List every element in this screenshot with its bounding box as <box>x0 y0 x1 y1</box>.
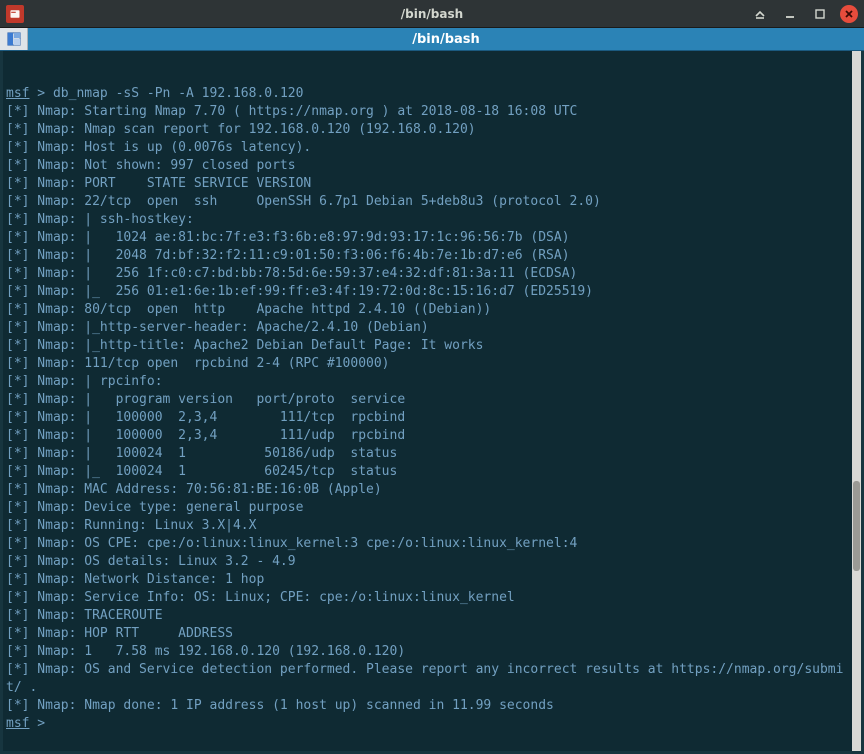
prompt-line: msf > <box>6 715 858 733</box>
output-line: [*] Nmap: TRACEROUTE <box>6 607 858 625</box>
output-line: [*] Nmap: | 1024 ae:81:bc:7f:e3:f3:6b:e8… <box>6 229 858 247</box>
prompt-msf: msf <box>6 86 29 101</box>
output-line: [*] Nmap: Service Info: OS: Linux; CPE: … <box>6 589 858 607</box>
scrollbar[interactable] <box>852 51 861 751</box>
output-line: [*] Nmap: HOP RTT ADDRESS <box>6 625 858 643</box>
output-line: [*] Nmap: |_http-title: Apache2 Debian D… <box>6 337 858 355</box>
output-line: [*] Nmap: |_http-server-header: Apache/2… <box>6 319 858 337</box>
tab-label: /bin/bash <box>412 32 480 47</box>
output-line: [*] Nmap: |_ 100024 1 60245/tcp status <box>6 463 858 481</box>
window-minimize-button[interactable] <box>780 4 800 24</box>
terminal[interactable]: msf > db_nmap -sS -Pn -A 192.168.0.120[*… <box>3 51 861 751</box>
tab-bar: /bin/bash <box>0 28 864 51</box>
output-line: [*] Nmap: | 100024 1 50186/udp status <box>6 445 858 463</box>
output-line: [*] Nmap: 22/tcp open ssh OpenSSH 6.7p1 … <box>6 193 858 211</box>
app-icon <box>6 5 24 23</box>
output-line: [*] Nmap: OS and Service detection perfo… <box>6 661 858 697</box>
terminal-wrap: msf > db_nmap -sS -Pn -A 192.168.0.120[*… <box>0 51 864 754</box>
window-controls <box>750 4 858 24</box>
tab-bash[interactable]: /bin/bash <box>28 28 864 50</box>
output-line: [*] Nmap: PORT STATE SERVICE VERSION <box>6 175 858 193</box>
window-maximize-button[interactable] <box>810 4 830 24</box>
output-line: [*] Nmap: Nmap scan report for 192.168.0… <box>6 121 858 139</box>
prompt-msf: msf <box>6 716 29 731</box>
output-line: [*] Nmap: |_ 256 01:e1:6e:1b:ef:99:ff:e3… <box>6 283 858 301</box>
output-line: [*] Nmap: | 100000 2,3,4 111/tcp rpcbind <box>6 409 858 427</box>
output-line: [*] Nmap: Not shown: 997 closed ports <box>6 157 858 175</box>
prompt-line: msf > db_nmap -sS -Pn -A 192.168.0.120 <box>6 85 858 103</box>
output-line: [*] Nmap: Starting Nmap 7.70 ( https://n… <box>6 103 858 121</box>
output-line: [*] Nmap: Running: Linux 3.X|4.X <box>6 517 858 535</box>
output-line: [*] Nmap: | program version port/proto s… <box>6 391 858 409</box>
output-line: [*] Nmap: Nmap done: 1 IP address (1 hos… <box>6 697 858 715</box>
window-close-button[interactable] <box>840 5 858 23</box>
output-line: [*] Nmap: | 2048 7d:bf:32:f2:11:c9:01:50… <box>6 247 858 265</box>
scrollbar-thumb[interactable] <box>853 481 860 571</box>
output-line: [*] Nmap: Host is up (0.0076s latency). <box>6 139 858 157</box>
output-line: [*] Nmap: 111/tcp open rpcbind 2-4 (RPC … <box>6 355 858 373</box>
output-line: [*] Nmap: 1 7.58 ms 192.168.0.120 (192.1… <box>6 643 858 661</box>
output-line: [*] Nmap: OS CPE: cpe:/o:linux:linux_ker… <box>6 535 858 553</box>
output-line: [*] Nmap: MAC Address: 70:56:81:BE:16:0B… <box>6 481 858 499</box>
prompt-caret: > <box>29 716 52 731</box>
output-line: [*] Nmap: | ssh-hostkey: <box>6 211 858 229</box>
window-shade-button[interactable] <box>750 4 770 24</box>
output-line: [*] Nmap: 80/tcp open http Apache httpd … <box>6 301 858 319</box>
output-line: [*] Nmap: | rpcinfo: <box>6 373 858 391</box>
prompt-caret: > <box>29 86 52 101</box>
output-line: [*] Nmap: Network Distance: 1 hop <box>6 571 858 589</box>
output-line: [*] Nmap: OS details: Linux 3.2 - 4.9 <box>6 553 858 571</box>
panes-icon[interactable] <box>0 28 28 50</box>
window-title: /bin/bash <box>0 7 864 21</box>
window-titlebar: /bin/bash <box>0 0 864 28</box>
output-line: [*] Nmap: Device type: general purpose <box>6 499 858 517</box>
command-text: db_nmap -sS -Pn -A 192.168.0.120 <box>53 86 303 101</box>
output-line: [*] Nmap: | 256 1f:c0:c7:bd:bb:78:5d:6e:… <box>6 265 858 283</box>
output-line: [*] Nmap: | 100000 2,3,4 111/udp rpcbind <box>6 427 858 445</box>
